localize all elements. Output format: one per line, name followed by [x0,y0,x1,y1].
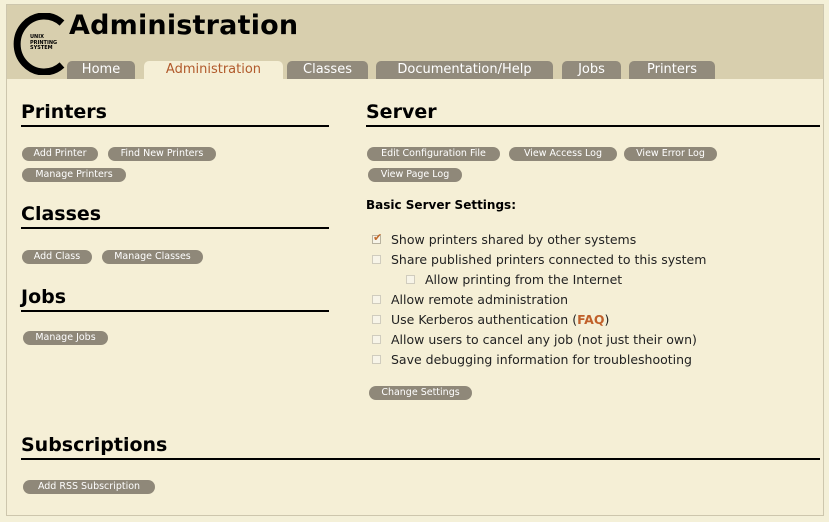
printers-heading: Printers [21,101,107,123]
basic-server-settings-heading: Basic Server Settings: [366,198,516,212]
manage-jobs-button[interactable]: Manage Jobs [23,331,108,345]
subscriptions-heading: Subscriptions [21,434,168,456]
subscriptions-rule [21,458,820,460]
kerberos-label: Use Kerberos authentication (FAQ) [391,312,609,327]
kerberos-label-suffix: ) [604,312,610,327]
manage-printers-button[interactable]: Manage Printers [22,168,126,182]
tab-documentation-help[interactable]: Documentation/Help [376,61,553,79]
kerberos-checkbox[interactable] [372,315,381,324]
view-error-log-button[interactable]: View Error Log [624,147,717,161]
tab-classes[interactable]: Classes [287,61,368,79]
server-heading: Server [366,101,437,123]
checkmark-icon: ✔ [373,231,383,244]
add-class-button[interactable]: Add Class [22,250,92,264]
tab-home[interactable]: Home [67,61,135,79]
jobs-rule [21,310,329,312]
share-printers-checkbox[interactable] [372,255,381,264]
tab-administration[interactable]: Administration [144,61,283,79]
add-rss-subscription-button[interactable]: Add RSS Subscription [23,480,155,494]
header: UNIX PRINTING SYSTEM Administration Home… [7,5,823,79]
remote-admin-checkbox[interactable] [372,295,381,304]
remote-admin-label: Allow remote administration [391,292,569,307]
change-settings-button[interactable]: Change Settings [369,386,472,400]
view-access-log-button[interactable]: View Access Log [509,147,617,161]
debug-logging-checkbox[interactable] [372,355,381,364]
find-new-printers-button[interactable]: Find New Printers [108,147,216,161]
tab-printers[interactable]: Printers [629,61,715,79]
printers-rule [21,125,329,127]
server-rule [366,125,820,127]
view-page-log-button[interactable]: View Page Log [368,168,462,182]
page-frame: UNIX PRINTING SYSTEM Administration Home… [6,4,824,516]
tab-jobs[interactable]: Jobs [562,61,621,79]
manage-classes-button[interactable]: Manage Classes [102,250,203,264]
page-title: Administration [69,10,299,41]
debug-logging-label: Save debugging information for troublesh… [391,352,692,367]
allow-internet-printing-checkbox[interactable] [406,275,415,284]
nav-tabs: Home Administration Classes Documentatio… [7,61,823,79]
share-printers-label: Share published printers connected to th… [391,252,707,267]
cancel-any-job-label: Allow users to cancel any job (not just … [391,332,697,347]
faq-link[interactable]: FAQ [577,312,604,327]
logo-line-system: SYSTEM [30,45,53,51]
kerberos-label-text: Use Kerberos authentication ( [391,312,578,327]
logo-text: UNIX PRINTING SYSTEM [30,34,57,52]
show-shared-printers-checkbox[interactable]: ✔ [372,231,383,244]
show-shared-printers-label: Show printers shared by other systems [391,232,637,247]
jobs-heading: Jobs [21,286,67,308]
cancel-any-job-checkbox[interactable] [372,335,381,344]
classes-heading: Classes [21,203,102,225]
add-printer-button[interactable]: Add Printer [22,147,98,161]
edit-configuration-file-button[interactable]: Edit Configuration File [367,147,500,161]
classes-rule [21,227,329,229]
allow-internet-printing-label: Allow printing from the Internet [425,272,623,287]
